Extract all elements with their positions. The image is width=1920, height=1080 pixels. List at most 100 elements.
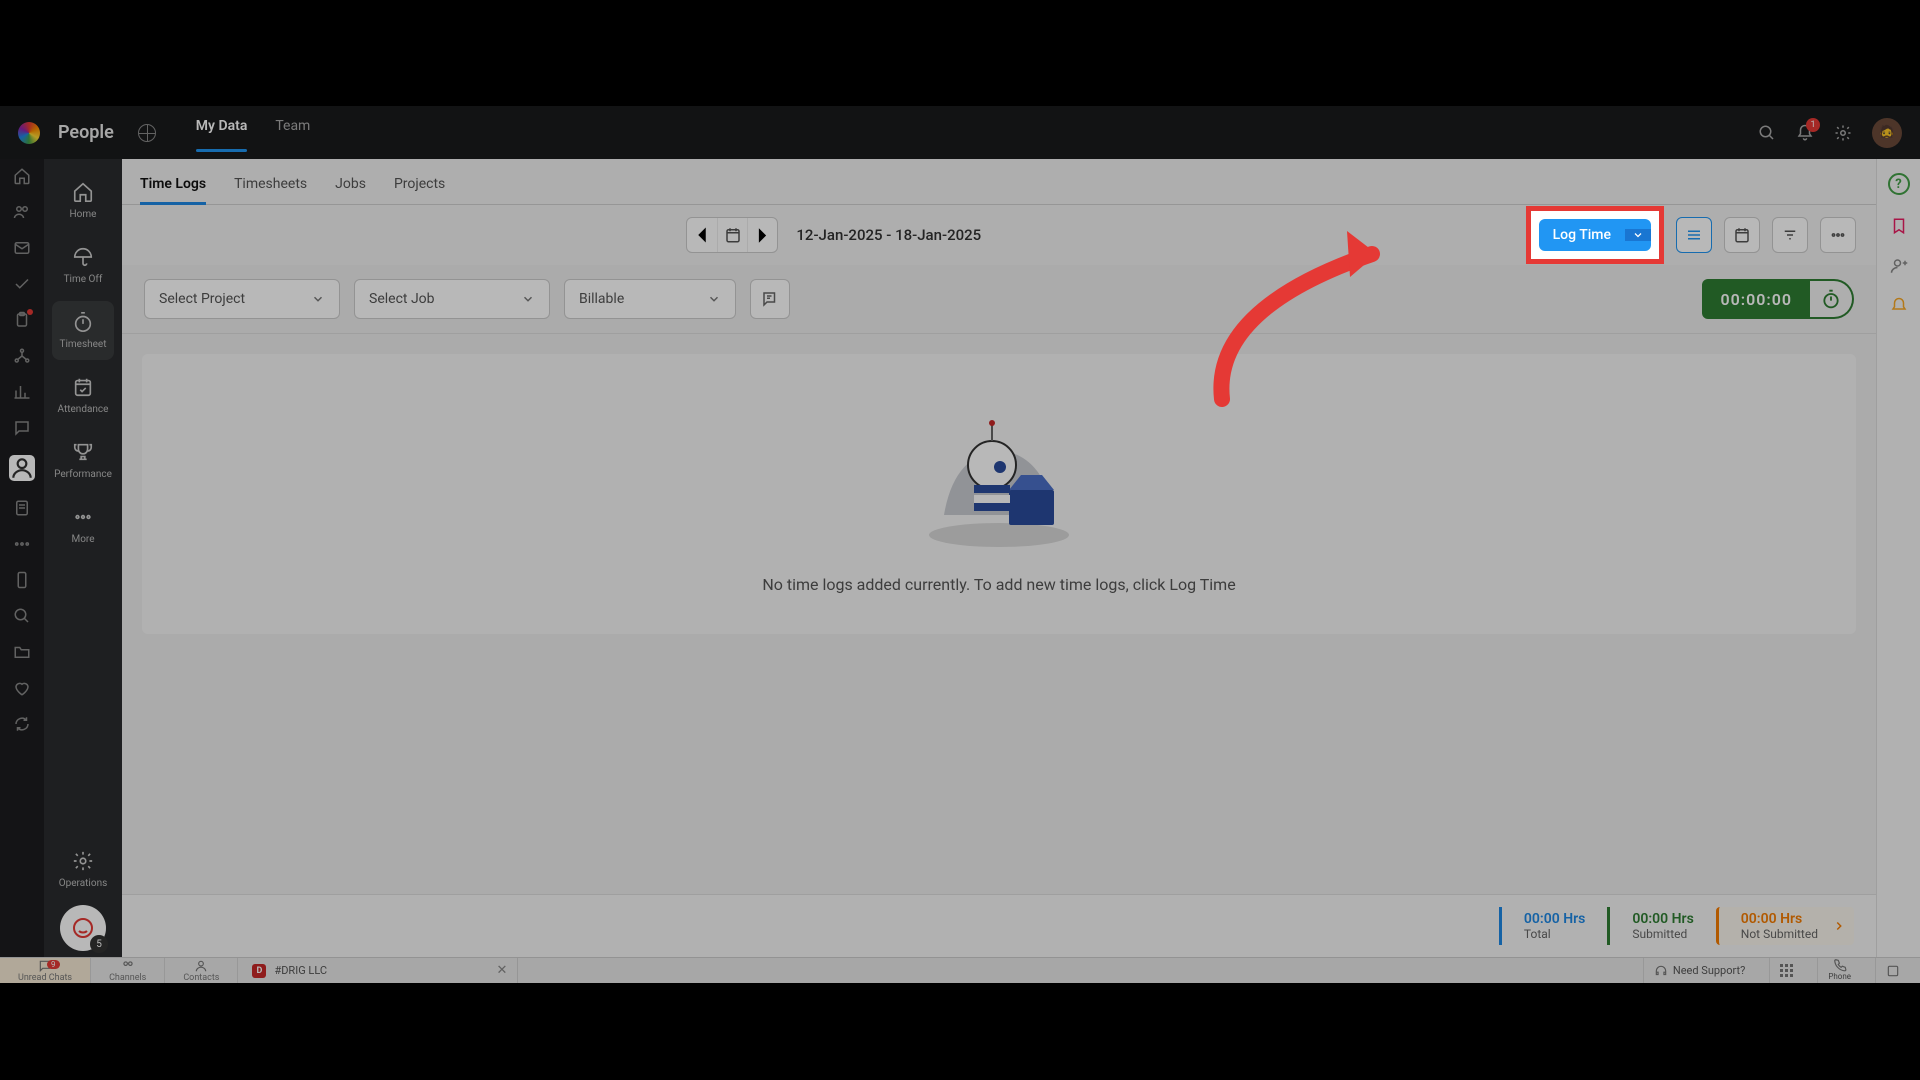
rail-doc-icon[interactable] (13, 499, 31, 517)
chat-widget-button[interactable]: 5 (60, 905, 106, 951)
tab-my-data[interactable]: My Data (196, 118, 248, 148)
bb-contacts[interactable]: Contacts (165, 958, 238, 983)
sidebar-item-home[interactable]: Home (52, 171, 114, 230)
help-icon[interactable]: ? (1888, 173, 1910, 195)
main-content: Time Logs Timesheets Jobs Projects 12-Ja… (122, 159, 1876, 957)
gear-icon[interactable] (1834, 124, 1852, 142)
empty-state-illustration (914, 395, 1084, 555)
sidebar-item-timeoff[interactable]: Time Off (52, 236, 114, 295)
bb-channels[interactable]: Channels (91, 958, 165, 983)
rail-folder-icon[interactable] (13, 643, 31, 661)
project-select[interactable]: Select Project (144, 279, 340, 319)
bookmark-icon[interactable] (1890, 217, 1908, 235)
bottom-bar-right: Need Support? Phone (1643, 958, 1920, 983)
unread-badge: 9 (47, 960, 60, 969)
rail-more-icon[interactable] (13, 535, 31, 553)
rail-network-icon[interactable] (13, 347, 31, 365)
more-actions-button[interactable] (1820, 217, 1856, 253)
calendar-icon[interactable] (717, 218, 747, 252)
app-logo[interactable] (18, 122, 40, 144)
job-select[interactable]: Select Job (354, 279, 550, 319)
job-select-label: Select Job (369, 291, 435, 307)
start-timer-button[interactable] (1810, 279, 1854, 319)
content-tabs: Time Logs Timesheets Jobs Projects (122, 159, 1876, 205)
module-sidebar: Home Time Off Timesheet Attendance Perfo… (44, 159, 122, 957)
bb-support-label: Need Support? (1673, 964, 1745, 977)
expand-icon (1886, 964, 1900, 978)
search-icon[interactable] (1758, 124, 1776, 142)
mini-rail (0, 159, 44, 957)
header-actions: 1 🧔 (1758, 118, 1902, 148)
bb-phone[interactable]: Phone (1817, 958, 1861, 983)
phone-icon (1833, 958, 1847, 972)
rail-chat-icon[interactable] (13, 419, 31, 437)
tab-timesheets[interactable]: Timesheets (234, 176, 307, 204)
calendar-view-button[interactable] (1724, 217, 1760, 253)
bb-phone-label: Phone (1828, 972, 1851, 981)
app-title: People (58, 122, 114, 143)
log-time-label: Log Time (1539, 219, 1625, 251)
toolbar: 12-Jan-2025 - 18-Jan-2025 Log Time (122, 205, 1876, 265)
summary-total: 00:00 Hrs Total (1499, 907, 1607, 945)
notifications-button[interactable]: 1 (1796, 124, 1814, 142)
rail-dot-icon (27, 309, 33, 315)
list-view-button[interactable] (1676, 217, 1712, 253)
rail-heart-icon[interactable] (13, 679, 31, 697)
tab-team[interactable]: Team (275, 118, 310, 148)
bb-expand[interactable] (1875, 958, 1910, 983)
bell2-icon[interactable] (1890, 297, 1908, 315)
sidebar-item-label: Performance (54, 469, 112, 480)
add-user-icon[interactable] (1890, 257, 1908, 275)
tab-projects[interactable]: Projects (394, 176, 445, 204)
rail-home-icon[interactable] (13, 167, 31, 185)
sidebar-item-attendance[interactable]: Attendance (52, 366, 114, 425)
log-time-highlight-box: Log Time (1526, 206, 1664, 264)
bb-apps[interactable] (1769, 958, 1803, 983)
letterbox-bottom (0, 983, 1920, 1080)
summary-total-value: 00:00 Hrs (1524, 911, 1585, 927)
bb-unread-chats[interactable]: 9 Unread Chats (0, 958, 91, 983)
rail-check-icon[interactable] (13, 275, 31, 293)
tab-jobs[interactable]: Jobs (335, 176, 366, 204)
avatar[interactable]: 🧔 (1872, 118, 1902, 148)
bb-chat-tab[interactable]: D #DRIG LLC ✕ (238, 958, 518, 983)
app-window: People My Data Team 1 🧔 (0, 106, 1920, 983)
empty-state-card: No time logs added currently. To add new… (142, 354, 1856, 634)
tab-time-logs[interactable]: Time Logs (140, 176, 206, 204)
date-next-button[interactable] (747, 218, 777, 252)
bb-channels-label: Channels (109, 973, 146, 983)
globe-icon[interactable] (138, 124, 156, 142)
close-icon[interactable]: ✕ (497, 963, 508, 978)
rail-mail-icon[interactable] (13, 239, 31, 257)
content-body: No time logs added currently. To add new… (122, 334, 1876, 894)
rail-search2-icon[interactable] (13, 607, 31, 625)
date-prev-button[interactable] (687, 218, 717, 252)
date-range-label: 12-Jan-2025 - 18-Jan-2025 (796, 226, 981, 244)
rail-phone-icon[interactable] (13, 571, 31, 589)
letterbox-top (0, 0, 1920, 106)
notes-button[interactable] (750, 279, 790, 319)
date-navigator: 12-Jan-2025 - 18-Jan-2025 (686, 217, 981, 253)
sidebar-item-label: Home (70, 209, 97, 220)
log-time-dropdown[interactable] (1625, 229, 1651, 241)
sidebar-item-performance[interactable]: Performance (52, 431, 114, 490)
billable-select-label: Billable (579, 291, 624, 307)
rail-refresh-icon[interactable] (13, 715, 31, 733)
rail-people-icon[interactable] (13, 203, 31, 221)
sidebar-item-label: Timesheet (59, 339, 106, 350)
umbrella-icon (72, 246, 94, 268)
rail-clipboard-icon[interactable] (13, 311, 31, 329)
home-icon (72, 181, 94, 203)
sidebar-item-timesheet[interactable]: Timesheet (52, 301, 114, 360)
summary-bar: 00:00 Hrs Total 00:00 Hrs Submitted 00:0… (122, 894, 1876, 957)
filter-button[interactable] (1772, 217, 1808, 253)
sidebar-item-operations[interactable]: Operations (52, 840, 114, 899)
summary-notsubmitted-label: Not Submitted (1741, 927, 1818, 941)
sidebar-item-more[interactable]: More (52, 496, 114, 555)
bb-support[interactable]: Need Support? (1643, 958, 1755, 983)
rail-active-app-icon[interactable] (9, 455, 35, 481)
billable-select[interactable]: Billable (564, 279, 736, 319)
rail-chart-icon[interactable] (13, 383, 31, 401)
log-time-button[interactable]: Log Time (1539, 219, 1651, 251)
summary-not-submitted[interactable]: 00:00 Hrs Not Submitted (1716, 907, 1854, 945)
